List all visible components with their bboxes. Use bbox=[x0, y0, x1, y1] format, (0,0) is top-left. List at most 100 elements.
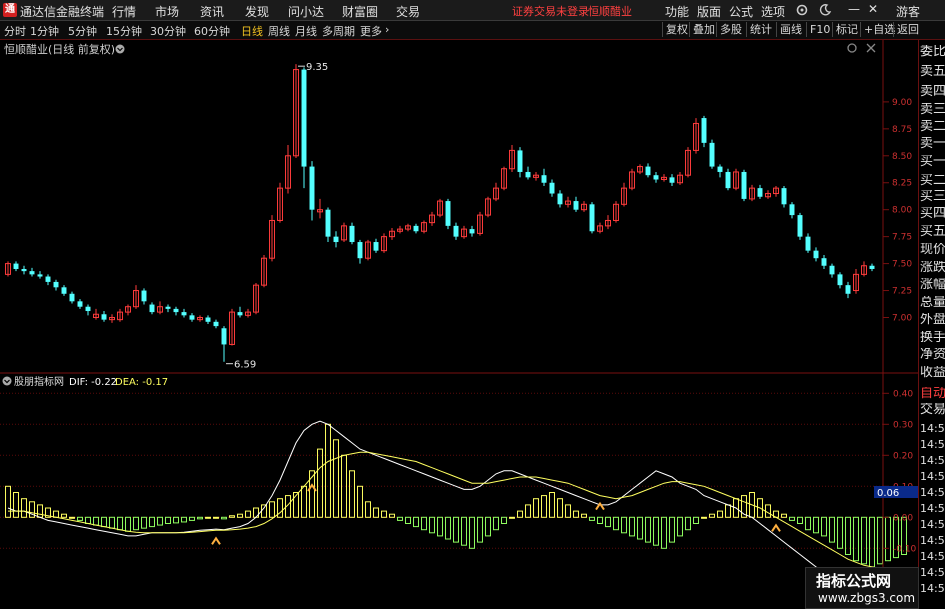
menu-item-discover[interactable]: 发现 bbox=[245, 3, 269, 20]
menu-item-market[interactable]: 市场 bbox=[155, 3, 179, 20]
indicator-menu-icon[interactable] bbox=[2, 376, 12, 386]
sidebar-buy1[interactable]: 买一 bbox=[920, 155, 945, 169]
macd-bar bbox=[565, 504, 571, 518]
menu-item-news[interactable]: 资讯 bbox=[200, 3, 224, 20]
sidebar-trade[interactable]: 交易 bbox=[920, 403, 945, 417]
menu-layout[interactable]: 版面 bbox=[697, 3, 721, 20]
macd-bar bbox=[605, 516, 611, 528]
sidebar-earnings[interactable]: 收益 bbox=[920, 366, 945, 380]
sidebar-buy4[interactable]: 买四 bbox=[920, 207, 945, 221]
app-logo: 通 bbox=[3, 3, 17, 17]
candle-body bbox=[181, 312, 187, 316]
period-1min[interactable]: 1分钟 bbox=[30, 23, 59, 39]
macd-chart[interactable]: 0.400.300.200.100.00-0.10 股朋指标网 DIF: -0.… bbox=[0, 374, 918, 592]
f10-button[interactable]: F10 bbox=[806, 22, 833, 37]
gear-icon[interactable] bbox=[795, 3, 809, 17]
sidebar-weibi[interactable]: 委比 bbox=[920, 45, 945, 59]
sidebar-sell3[interactable]: 卖三 bbox=[920, 103, 945, 117]
y-tick-label: 7.25 bbox=[892, 287, 912, 297]
candle-body bbox=[573, 201, 579, 210]
macd-bar bbox=[437, 516, 443, 537]
period-monthly[interactable]: 月线 bbox=[295, 23, 317, 39]
candle-body bbox=[541, 175, 547, 183]
sidebar-buy3[interactable]: 买三 bbox=[920, 190, 945, 204]
low-price-label: 6.59 bbox=[234, 360, 256, 371]
candle-body bbox=[301, 69, 307, 167]
overlay-button[interactable]: 叠加 bbox=[689, 22, 718, 37]
sidebar-volume[interactable]: 总量 bbox=[920, 296, 945, 310]
macd-bar bbox=[485, 516, 491, 537]
multi-stock-button[interactable]: 多股 bbox=[716, 22, 745, 37]
candle-body bbox=[869, 265, 875, 269]
candle-body bbox=[757, 188, 763, 197]
macd-bar bbox=[829, 516, 835, 543]
macd-bar bbox=[621, 516, 627, 534]
menu-item-assistant[interactable]: 问小达 bbox=[288, 3, 324, 20]
period-5min[interactable]: 5分钟 bbox=[68, 23, 97, 39]
chevron-down-icon[interactable] bbox=[115, 44, 125, 54]
macd-bar bbox=[493, 516, 499, 531]
sidebar-outer[interactable]: 外盘 bbox=[920, 313, 945, 327]
price-chart[interactable]: 9.00 8.75 8.50 8.25 8.00 7.75 7.50 7.25 7.00 恒顺醋… bbox=[0, 40, 918, 374]
menu-item-trade[interactable]: 交易 bbox=[396, 3, 420, 20]
dea-value: DEA: -0.17 bbox=[115, 377, 168, 388]
draw-line-button[interactable]: 画线 bbox=[776, 22, 805, 37]
sidebar-sell4[interactable]: 卖四 bbox=[920, 85, 945, 99]
close-icon[interactable]: ✕ bbox=[868, 2, 878, 16]
y-tick-label: 9.00 bbox=[892, 98, 912, 108]
login-notice[interactable]: 证券交易未登录 bbox=[512, 3, 589, 19]
macd-bar bbox=[301, 485, 307, 518]
sidebar-net-assets[interactable]: 净资 bbox=[920, 348, 945, 362]
period-timeshare[interactable]: 分时 bbox=[4, 23, 26, 39]
sidebar-sell5[interactable]: 卖五 bbox=[920, 65, 945, 79]
macd-bar bbox=[453, 516, 459, 543]
candle-body bbox=[373, 242, 379, 251]
quote-sidebar: 委比 卖五 卖四 卖三 卖二 卖一 买一 买二 买三 买四 买五 现价 涨跌 涨… bbox=[918, 40, 945, 609]
sidebar-turnover[interactable]: 换手 bbox=[920, 331, 945, 345]
macd-bar bbox=[557, 498, 563, 518]
candle-body bbox=[325, 209, 331, 237]
macd-bar bbox=[205, 516, 211, 519]
user-label[interactable]: 游客 bbox=[896, 3, 920, 20]
sidebar-buy5[interactable]: 买五 bbox=[920, 225, 945, 239]
macd-bar bbox=[717, 510, 723, 518]
period-60min[interactable]: 60分钟 bbox=[194, 23, 230, 39]
trade-time: 14:56 bbox=[920, 438, 945, 451]
macd-bar bbox=[261, 504, 267, 518]
chevron-right-icon[interactable]: › bbox=[385, 23, 389, 36]
candle-body bbox=[149, 304, 155, 313]
period-multi[interactable]: 多周期 bbox=[322, 23, 355, 39]
menu-item-wealth[interactable]: 财富圈 bbox=[342, 3, 378, 20]
candle-body bbox=[349, 225, 355, 243]
period-15min[interactable]: 15分钟 bbox=[106, 23, 142, 39]
macd-bar bbox=[213, 516, 219, 519]
mark-button[interactable]: 标记 bbox=[832, 22, 861, 37]
adjust-button[interactable]: 复权 bbox=[662, 22, 691, 37]
trade-time: 14:56 bbox=[920, 454, 945, 467]
settings-icon[interactable] bbox=[847, 43, 857, 53]
menu-formula[interactable]: 公式 bbox=[729, 3, 753, 20]
back-button[interactable]: 返回 bbox=[893, 22, 922, 37]
macd-bar bbox=[197, 516, 203, 520]
close-chart-icon[interactable] bbox=[866, 43, 876, 53]
sidebar-sell1[interactable]: 卖一 bbox=[920, 137, 945, 151]
sidebar-change[interactable]: 涨跌 bbox=[920, 261, 945, 275]
sidebar-sell2[interactable]: 卖二 bbox=[920, 120, 945, 134]
sidebar-buy2[interactable]: 买二 bbox=[920, 174, 945, 188]
minimize-icon[interactable]: — bbox=[848, 2, 860, 16]
moon-icon[interactable] bbox=[818, 3, 832, 17]
macd-bar bbox=[629, 516, 635, 537]
period-weekly[interactable]: 周线 bbox=[268, 23, 290, 39]
sidebar-price[interactable]: 现价 bbox=[920, 243, 945, 257]
period-more[interactable]: 更多 bbox=[360, 23, 382, 39]
period-daily[interactable]: 日线 bbox=[241, 23, 263, 39]
period-30min[interactable]: 30分钟 bbox=[150, 23, 186, 39]
sidebar-change-pct[interactable]: 涨幅 bbox=[920, 278, 945, 292]
menu-item-quotes[interactable]: 行情 bbox=[112, 3, 136, 20]
sidebar-auto[interactable]: 自动 bbox=[920, 387, 945, 401]
stats-button[interactable]: 统计 bbox=[746, 22, 775, 37]
menu-options[interactable]: 选项 bbox=[761, 3, 785, 20]
menu-function[interactable]: 功能 bbox=[665, 3, 689, 20]
macd-bar bbox=[677, 516, 683, 537]
candle-body bbox=[445, 201, 451, 226]
